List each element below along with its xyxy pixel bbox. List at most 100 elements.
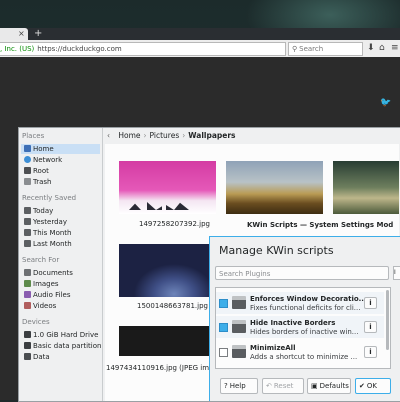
script-description: Adds a shortcut to minimize ... (250, 353, 358, 361)
script-icon (232, 320, 246, 333)
file-name[interactable]: 1497258207392.jpg (139, 220, 210, 228)
file-thumbnail[interactable] (333, 161, 399, 214)
script-description: Fixes functional deficits for cli... (250, 304, 361, 312)
places-item-home[interactable]: Home (21, 144, 100, 154)
defaults-button[interactable]: ▣ Defaults (307, 378, 351, 394)
places-item-label: Data (33, 353, 50, 361)
file-thumbnail[interactable] (119, 161, 216, 214)
reset-icon: ↶ (266, 382, 272, 390)
places-item-this-month[interactable]: This Month (21, 228, 100, 238)
script-name: Enforces Window Decoratio... (250, 295, 367, 303)
menu-icon[interactable]: ≡ (391, 43, 399, 53)
places-item-label: Yesterday (33, 218, 67, 226)
places-item-network[interactable]: Network (21, 155, 100, 165)
places-item-yesterday[interactable]: Yesterday (21, 217, 100, 227)
file-thumbnail[interactable] (119, 244, 216, 297)
places-item-label: Trash (33, 178, 52, 186)
url-bar[interactable]: , Inc. (US) https://duckduckgo.com (0, 42, 286, 56)
home-icon[interactable]: ⌂ (379, 43, 385, 53)
tab-close-icon[interactable]: × (18, 29, 25, 38)
script-name: MinimizeAll (250, 344, 296, 352)
breadcrumb-separator-icon: › (182, 131, 186, 140)
search-for-section-title: Search For (22, 256, 60, 264)
calendar-icon (24, 207, 31, 214)
places-item-label: Documents (33, 269, 73, 277)
places-item-root[interactable]: Root (21, 166, 100, 176)
places-item-today[interactable]: Today (21, 206, 100, 216)
navigation-bar: , Inc. (US) https://duckduckgo.com ⚲ Searc… (0, 40, 400, 58)
new-tab-button[interactable]: + (34, 28, 42, 39)
defaults-icon: ▣ (311, 382, 318, 390)
home-icon (24, 145, 31, 152)
checkmark-icon: ✔ (359, 382, 365, 390)
places-item-last-month[interactable]: Last Month (21, 239, 100, 249)
breadcrumb-home[interactable]: Home (118, 131, 140, 140)
ok-button[interactable]: ✔ OK (355, 378, 391, 394)
calendar-icon (24, 229, 31, 236)
file-name[interactable]: 1497434110916.jpg (JPEG imag (106, 364, 218, 372)
places-item-videos[interactable]: Videos (21, 301, 100, 311)
calendar-icon (24, 240, 31, 247)
audio-icon (24, 291, 31, 298)
info-button[interactable]: i (364, 321, 377, 333)
drive-icon (24, 353, 31, 360)
info-button[interactable]: i (364, 346, 377, 358)
scrollbar[interactable] (386, 290, 389, 350)
places-item-audio-files[interactable]: Audio Files (21, 290, 100, 300)
back-icon[interactable]: ‹ (107, 131, 110, 140)
script-description: Hides borders of inactive win... (250, 328, 359, 336)
button-label: OK (366, 382, 377, 390)
info-button[interactable]: i (364, 297, 377, 309)
help-button[interactable]: ? Help (220, 378, 258, 394)
list-item[interactable]: Hide Inactive Borders Hides borders of i… (216, 316, 384, 338)
places-item-label: Last Month (33, 240, 72, 248)
calendar-icon (24, 218, 31, 225)
search-plugins-input[interactable]: Search Plugins (215, 266, 389, 280)
scripts-list: Enforces Window Decoratio... Fixes funct… (215, 287, 391, 369)
script-name: Hide Inactive Borders (250, 319, 336, 327)
enable-checkbox[interactable] (219, 299, 228, 308)
file-name[interactable]: 1500148663781.jpg (137, 302, 208, 310)
places-panel: Places Home Network Root Trash Recently … (19, 128, 103, 401)
places-item-label: Basic data partition (33, 342, 102, 350)
breadcrumb-wallpapers[interactable]: Wallpapers (188, 131, 235, 140)
download-icon[interactable]: ⬇ (367, 43, 375, 53)
file-thumbnail[interactable] (119, 326, 216, 356)
reset-button[interactable]: ↶ Reset (262, 378, 304, 394)
breadcrumb-pictures[interactable]: Pictures (150, 131, 180, 140)
twitter-icon[interactable]: 🐦 (380, 98, 391, 108)
tab-duckduckgo[interactable]: × (0, 28, 28, 40)
list-item[interactable]: MinimizeAll Adds a shortcut to minimize … (216, 341, 384, 363)
site-identity: , Inc. (US) (0, 45, 35, 53)
places-item-images[interactable]: Images (21, 279, 100, 289)
places-item-trash[interactable]: Trash (21, 177, 100, 187)
script-icon (232, 345, 246, 358)
list-item[interactable]: Enforces Window Decoratio... Fixes funct… (216, 292, 384, 314)
file-thumbnail[interactable] (226, 161, 323, 214)
enable-checkbox[interactable] (219, 323, 228, 332)
breadcrumb: ‹ Home › Pictures › Wallpapers (105, 128, 395, 144)
image-icon (24, 280, 31, 287)
places-item-label: Home (33, 145, 54, 153)
devices-section-title: Devices (22, 318, 50, 326)
network-icon (24, 156, 31, 163)
enable-checkbox[interactable] (219, 348, 228, 357)
search-input[interactable]: ⚲ Search (288, 42, 363, 56)
script-icon (232, 296, 246, 309)
button-label: Defaults (319, 382, 349, 390)
places-item-label: Network (33, 156, 63, 164)
side-button[interactable]: I (393, 266, 400, 280)
window-title-tooltip: KWin Scripts — System Settings Mod (247, 221, 394, 229)
drive-icon (24, 331, 31, 338)
places-item-label: Root (33, 167, 49, 175)
button-label: Reset (273, 382, 294, 390)
places-item-basic-data-partition[interactable]: Basic data partition (21, 341, 102, 351)
places-item-label: 1.0 GiB Hard Drive (33, 331, 99, 339)
video-icon (24, 302, 31, 309)
places-item-data[interactable]: Data (21, 352, 100, 362)
places-item-hard-drive[interactable]: 1.0 GiB Hard Drive (21, 330, 100, 340)
places-item-documents[interactable]: Documents (21, 268, 100, 278)
kwin-scripts-dialog: Manage KWin scripts Search Plugins I Enf… (209, 236, 400, 401)
breadcrumb-separator-icon: › (143, 131, 147, 140)
places-item-label: Audio Files (33, 291, 71, 299)
